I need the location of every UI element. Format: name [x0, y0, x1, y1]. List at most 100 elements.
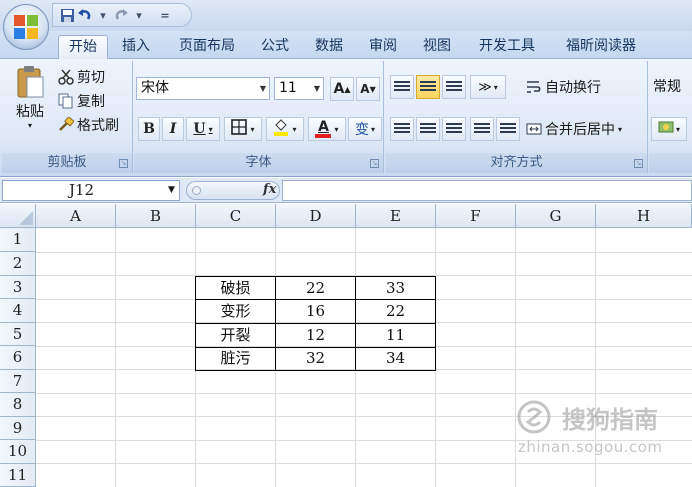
row-header-3[interactable]: 3: [0, 275, 36, 299]
format-painter-button[interactable]: 格式刷: [58, 115, 119, 135]
phonetic-guide-button[interactable]: 变 ▾: [348, 117, 382, 141]
accounting-format-button[interactable]: ▾: [651, 117, 687, 141]
gridline: [36, 251, 692, 253]
select-all-button[interactable]: [0, 204, 36, 228]
resize-handle-icon[interactable]: [192, 186, 201, 195]
cell-e3[interactable]: 33: [356, 277, 435, 300]
alignment-launcher-icon[interactable]: ↘: [634, 159, 643, 168]
fill-color-button[interactable]: ▾: [266, 117, 304, 141]
cell-c6[interactable]: 脏污: [196, 347, 275, 370]
decrease-indent-icon: [474, 123, 490, 135]
clipboard-group-label: 剪贴板: [2, 153, 132, 173]
cut-button[interactable]: 剪切: [58, 67, 105, 87]
bold-button[interactable]: B: [138, 117, 160, 141]
column-header-h[interactable]: H: [596, 204, 692, 228]
wrap-text-label: 自动换行: [545, 80, 601, 96]
worksheet: A B C D E F G H 1 2 3 4 5 6 7 8 9 10 11 …: [0, 204, 692, 487]
tab-review[interactable]: 审阅: [362, 35, 404, 59]
borders-button[interactable]: ▾: [224, 117, 262, 141]
chevron-down-icon: ▼: [259, 84, 266, 93]
save-icon[interactable]: [59, 6, 75, 24]
row-header-10[interactable]: 10: [0, 440, 36, 464]
cell-d5[interactable]: 12: [276, 324, 355, 347]
italic-button[interactable]: I: [162, 117, 184, 141]
cell-d6[interactable]: 32: [276, 347, 355, 370]
tab-developer[interactable]: 开发工具: [470, 35, 544, 59]
tab-data[interactable]: 数据: [308, 35, 350, 59]
underline-button[interactable]: U ▾: [186, 117, 220, 141]
chevron-down-icon: ▼: [313, 84, 320, 93]
grow-font-button[interactable]: A ▲: [330, 77, 354, 101]
scissors-icon: [58, 69, 74, 85]
customize-qat-button[interactable]: =: [157, 6, 173, 24]
wrap-text-button[interactable]: 自动换行: [526, 77, 601, 97]
shrink-font-button[interactable]: A ▼: [356, 77, 380, 101]
row-header-5[interactable]: 5: [0, 322, 36, 346]
office-button[interactable]: [3, 4, 49, 50]
align-middle-button[interactable]: [416, 75, 440, 99]
cell-c5[interactable]: 开裂: [196, 324, 275, 347]
font-name-select[interactable]: 宋体 ▼: [136, 77, 270, 100]
align-center-button[interactable]: [416, 117, 440, 141]
undo-dropdown-icon[interactable]: ▾: [95, 6, 111, 24]
insert-function-button[interactable]: fx: [263, 182, 276, 197]
cell-c4[interactable]: 变形: [196, 300, 275, 323]
copy-button[interactable]: 复制: [58, 91, 105, 111]
row-header-1[interactable]: 1: [0, 228, 36, 252]
cell-e6[interactable]: 34: [356, 347, 435, 370]
tab-foxit-reader[interactable]: 福昕阅读器: [556, 35, 646, 59]
font-launcher-icon[interactable]: ↘: [370, 159, 379, 168]
align-bottom-button[interactable]: [442, 75, 466, 99]
tab-page-layout[interactable]: 页面布局: [170, 35, 244, 59]
row-header-4[interactable]: 4: [0, 299, 36, 323]
formula-input[interactable]: [282, 180, 692, 201]
alignment-group-label: 对齐方式: [386, 153, 647, 173]
row-header-11[interactable]: 11: [0, 463, 36, 487]
column-header-g[interactable]: G: [516, 204, 596, 228]
cell-d3[interactable]: 22: [276, 277, 355, 300]
column-header-f[interactable]: F: [436, 204, 516, 228]
row-header-7[interactable]: 7: [0, 369, 36, 393]
format-painter-label: 格式刷: [77, 118, 119, 134]
increase-indent-button[interactable]: [496, 117, 520, 141]
name-box-dropdown-icon[interactable]: ▼: [168, 185, 175, 195]
gridline: [36, 463, 692, 464]
cell-c3[interactable]: 破损: [196, 277, 275, 300]
paste-dropdown-icon[interactable]: ▾: [28, 121, 32, 130]
column-header-c[interactable]: C: [196, 204, 276, 228]
number-format-select[interactable]: 常规: [649, 77, 692, 100]
cell-d4[interactable]: 16: [276, 300, 355, 323]
row-header-2[interactable]: 2: [0, 252, 36, 276]
borders-icon: [231, 119, 248, 139]
cell-e5[interactable]: 11: [356, 324, 435, 347]
align-left-button[interactable]: [390, 117, 414, 141]
column-header-a[interactable]: A: [36, 204, 116, 228]
paste-label: 粘贴: [16, 104, 44, 120]
tab-formulas[interactable]: 公式: [254, 35, 296, 59]
row-header-9[interactable]: 9: [0, 416, 36, 440]
tab-view[interactable]: 视图: [416, 35, 458, 59]
paste-button[interactable]: 粘贴 ▾: [8, 65, 52, 143]
clipboard-launcher-icon[interactable]: ↘: [119, 159, 128, 168]
redo-dropdown-icon[interactable]: ▾: [131, 6, 147, 24]
font-size-select[interactable]: 11 ▼: [274, 77, 324, 100]
column-header-d[interactable]: D: [276, 204, 356, 228]
font-group: 宋体 ▼ 11 ▼ A ▲ A ▼ B I U ▾ ▾ ▾ A ▾ 变 ▾ 字体…: [134, 61, 384, 173]
orientation-button[interactable]: ≫ ▾: [470, 75, 506, 99]
merge-center-button[interactable]: 合并后居中 ▾: [526, 119, 622, 139]
column-header-b[interactable]: B: [116, 204, 196, 228]
align-top-button[interactable]: [390, 75, 414, 99]
row-header-6[interactable]: 6: [0, 346, 36, 370]
name-box[interactable]: J12: [2, 180, 180, 201]
align-right-button[interactable]: [442, 117, 466, 141]
redo-icon[interactable]: [113, 6, 129, 24]
row-header-8[interactable]: 8: [0, 393, 36, 417]
decrease-indent-button[interactable]: [470, 117, 494, 141]
select-all-icon: [19, 211, 33, 225]
tab-insert[interactable]: 插入: [116, 35, 156, 59]
tab-home[interactable]: 开始: [58, 35, 108, 59]
column-header-e[interactable]: E: [356, 204, 436, 228]
cell-e4[interactable]: 22: [356, 300, 435, 323]
undo-icon[interactable]: [77, 6, 93, 24]
font-color-button[interactable]: A ▾: [308, 117, 346, 141]
